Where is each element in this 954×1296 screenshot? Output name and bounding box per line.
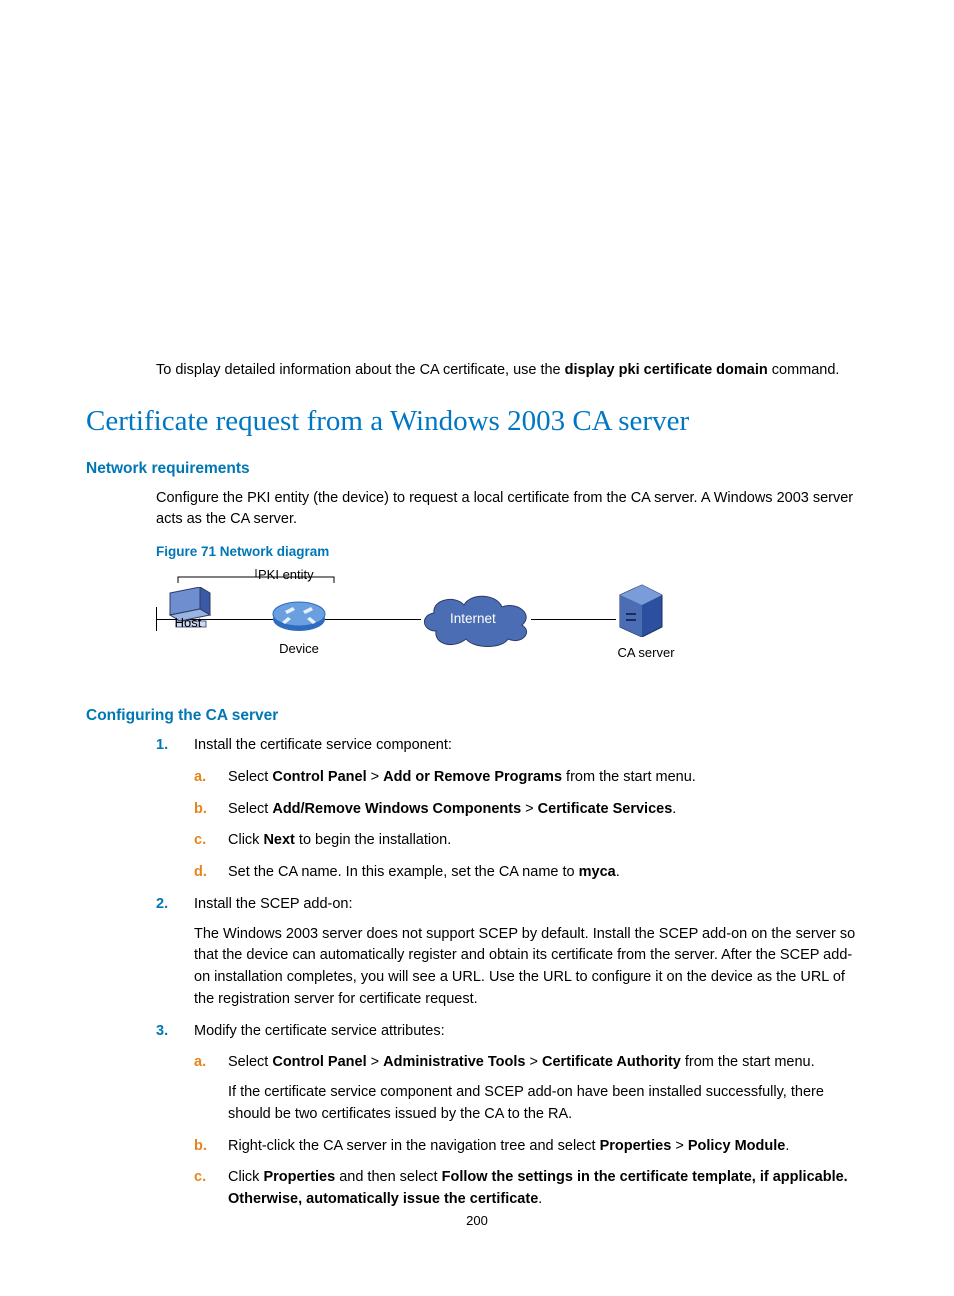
step-3a-body: If the certificate service component and… (228, 1082, 868, 1126)
step-3a-letter: a. (194, 1052, 206, 1074)
step-2-number: 2. (156, 894, 168, 916)
step-1b: b. Select Add/Remove Windows Components … (194, 799, 868, 821)
heading-configuring-ca-server: Configuring the CA server (86, 707, 868, 725)
label-ca-server: CA server (606, 645, 686, 660)
step-1a: a. Select Control Panel > Add or Remove … (194, 767, 868, 789)
intro-text-suffix: command. (768, 362, 840, 378)
label-pki-entity: PKI entity (258, 567, 314, 582)
step-3c-letter: c. (194, 1167, 206, 1189)
step-1-number: 1. (156, 735, 168, 757)
step-3c: c. Click Properties and then select Foll… (194, 1167, 868, 1211)
step-1: 1. Install the certificate service compo… (156, 735, 868, 884)
step-3a: a. Select Control Panel > Administrative… (194, 1052, 868, 1125)
step-3b-letter: b. (194, 1136, 207, 1158)
label-internet: Internet (450, 611, 496, 626)
heading-network-requirements: Network requirements (86, 460, 868, 478)
step-1-text: Install the certificate service componen… (194, 737, 452, 753)
step-3b: b. Right-click the CA server in the navi… (194, 1136, 868, 1158)
config-steps-list: 1. Install the certificate service compo… (156, 735, 868, 1211)
step-1d-letter: d. (194, 862, 207, 884)
network-diagram: Host PKI entity Device Internet CA serve… (156, 567, 716, 677)
step-3: 3. Modify the certificate service attrib… (156, 1021, 868, 1211)
document-page: To display detailed information about th… (0, 0, 954, 1281)
line-host-stub (156, 607, 157, 631)
step-3-text: Modify the certificate service attribute… (194, 1023, 445, 1039)
step-3-sublist: a. Select Control Panel > Administrative… (194, 1052, 868, 1211)
ca-server-icon (616, 583, 666, 637)
step-1b-letter: b. (194, 799, 207, 821)
line-device-internet (321, 619, 421, 620)
step-1d: d. Set the CA name. In this example, set… (194, 862, 868, 884)
page-title: Certificate request from a Windows 2003 … (86, 405, 868, 438)
label-device: Device (274, 641, 324, 656)
device-icon (271, 597, 327, 635)
line-internet-ca (531, 619, 616, 620)
label-host: Host (168, 615, 208, 630)
step-1c: c. Click Next to begin the installation. (194, 830, 868, 852)
step-3-number: 3. (156, 1021, 168, 1043)
intro-command: display pki certificate domain (565, 362, 768, 378)
step-1-sublist: a. Select Control Panel > Add or Remove … (194, 767, 868, 884)
step-1c-letter: c. (194, 830, 206, 852)
step-2: 2. Install the SCEP add-on: The Windows … (156, 894, 868, 1011)
step-1a-letter: a. (194, 767, 206, 789)
network-requirements-body: Configure the PKI entity (the device) to… (156, 488, 868, 530)
intro-text-prefix: To display detailed information about th… (156, 362, 565, 378)
step-2-text: Install the SCEP add-on: (194, 896, 353, 912)
page-number: 200 (0, 1213, 954, 1228)
figure-caption: Figure 71 Network diagram (156, 544, 868, 559)
step-2-body: The Windows 2003 server does not support… (194, 924, 868, 1011)
intro-paragraph: To display detailed information about th… (156, 360, 868, 381)
